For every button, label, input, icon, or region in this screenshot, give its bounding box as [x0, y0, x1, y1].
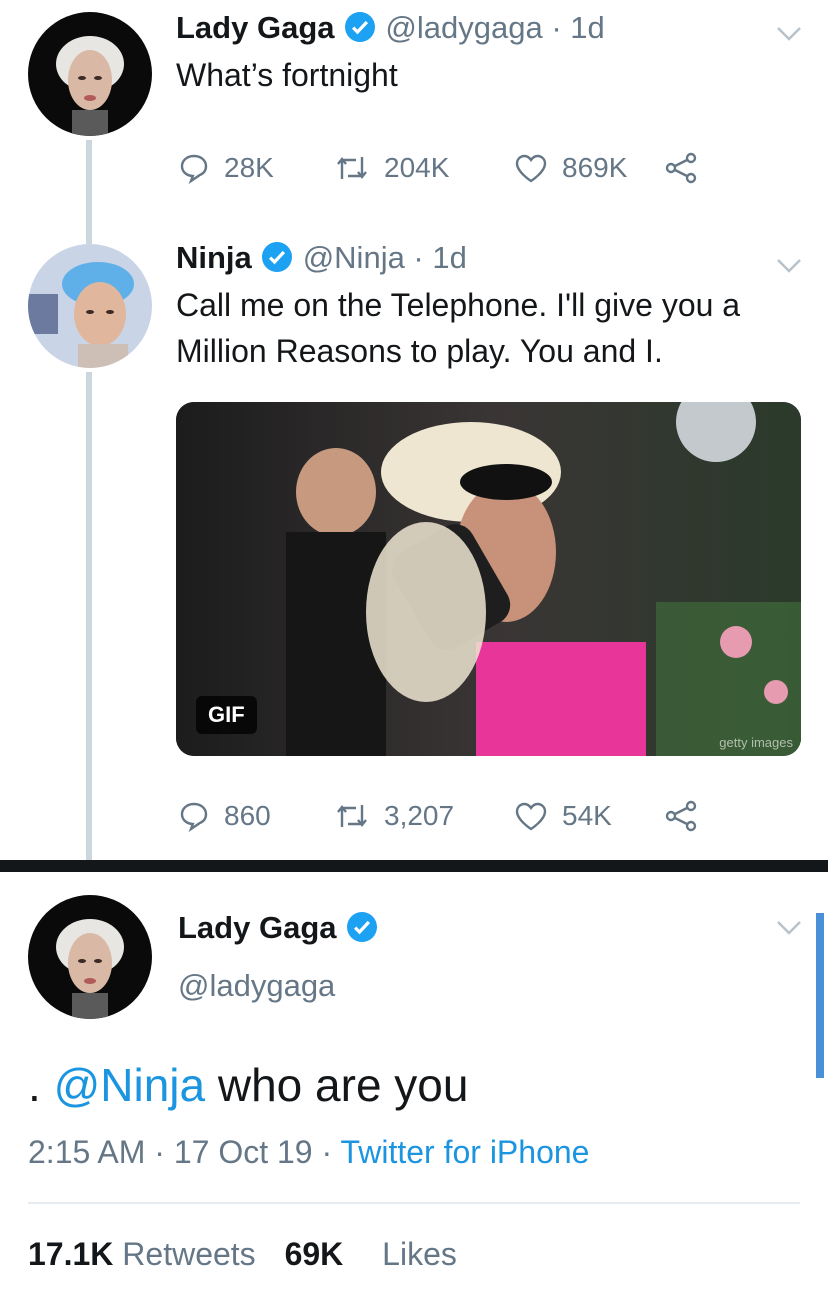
avatar-ninja[interactable] [28, 244, 152, 368]
display-name[interactable]: Lady Gaga [176, 10, 335, 45]
heart-icon [515, 154, 547, 183]
like-count: 869K [562, 152, 628, 183]
heart-icon [515, 802, 547, 831]
share-button[interactable] [664, 800, 712, 832]
divider [28, 1202, 800, 1204]
likes-count: 69K [284, 1236, 344, 1272]
verified-badge-icon [344, 12, 375, 42]
chevron-down-icon[interactable] [776, 26, 802, 42]
retweets-label: Retweets [122, 1236, 256, 1272]
share-icon [665, 152, 697, 184]
tweet-text-prefix: . [28, 1059, 54, 1111]
tweet-text-line: Million Reasons to play. You and I. [176, 333, 663, 369]
retweet-icon [337, 805, 367, 827]
avatar-lady-gaga[interactable] [28, 895, 152, 1019]
meta-separator: · [321, 1134, 333, 1170]
reply-count: 860 [224, 800, 271, 831]
tweet-date: 17 Oct 19 [173, 1134, 313, 1170]
retweet-button[interactable]: 3,207 [334, 800, 514, 832]
like-button[interactable]: 869K [514, 152, 664, 184]
chevron-down-icon[interactable] [776, 258, 802, 274]
like-count: 54K [562, 800, 612, 831]
display-name[interactable]: Ninja [176, 240, 252, 275]
handle[interactable]: @ladygaga [178, 968, 335, 1004]
main-tweet-text: . @Ninja who are you [28, 1058, 468, 1112]
likes-label: Likes [382, 1236, 457, 1272]
tweet-text-line: Call me on the Telephone. I'll give you … [176, 287, 741, 323]
likes-stat[interactable]: 69K Likes [285, 1236, 457, 1272]
gif-media[interactable]: GIF getty images [176, 402, 801, 756]
tweet-time: 2:15 AM [28, 1134, 146, 1170]
screenshot-divider [0, 860, 828, 872]
tweet-source-link[interactable]: Twitter for iPhone [340, 1134, 589, 1170]
tweet-header: Lady Gaga @ladygaga · 1d [176, 10, 605, 46]
reply-button[interactable]: 860 [178, 800, 334, 832]
mention-link[interactable]: @Ninja [54, 1059, 206, 1111]
share-button[interactable] [664, 152, 712, 184]
retweet-count: 204K [384, 152, 450, 183]
verified-badge-icon [262, 242, 293, 272]
retweet-count: 3,207 [384, 800, 455, 831]
tweet-header: Ninja @Ninja · 1d [176, 240, 467, 276]
tweet-text: Call me on the Telephone. I'll give you … [176, 282, 740, 374]
media-watermark: getty images [719, 735, 793, 750]
gif-label: GIF [196, 696, 257, 734]
handle-and-time[interactable]: @ladygaga · 1d [385, 10, 604, 45]
share-icon [665, 800, 697, 832]
thread-line [86, 372, 92, 860]
reply-count: 28K [224, 152, 274, 183]
retweets-count: 17.1K [28, 1236, 114, 1272]
verified-badge-icon [346, 912, 377, 942]
tweet-stats: 17.1K Retweets 69K Likes [28, 1236, 457, 1273]
tweet-meta: 2:15 AM · 17 Oct 19 · Twitter for iPhone [28, 1134, 589, 1171]
like-button[interactable]: 54K [514, 800, 664, 832]
meta-separator: · [154, 1134, 165, 1170]
reply-icon [180, 802, 208, 832]
main-tweet-name-row: Lady Gaga [178, 910, 383, 946]
handle-and-time[interactable]: @Ninja · 1d [303, 240, 467, 275]
scrollbar[interactable] [816, 913, 824, 1078]
tweet-actions: 860 3,207 54K [178, 800, 712, 832]
tweet-actions: 28K 204K 869K [178, 152, 712, 184]
retweets-stat[interactable]: 17.1K Retweets [28, 1236, 265, 1272]
avatar-lady-gaga[interactable] [28, 12, 152, 136]
display-name[interactable]: Lady Gaga [178, 910, 337, 945]
retweet-button[interactable]: 204K [334, 152, 514, 184]
thread-line [86, 140, 92, 244]
reply-button[interactable]: 28K [178, 152, 334, 184]
tweet-text: What’s fortnight [176, 57, 398, 93]
tweet-text-body: who are you [205, 1059, 469, 1111]
reply-icon [180, 154, 208, 184]
chevron-down-icon[interactable] [776, 920, 802, 936]
retweet-icon [337, 157, 367, 179]
gif-preview-image [176, 402, 801, 756]
